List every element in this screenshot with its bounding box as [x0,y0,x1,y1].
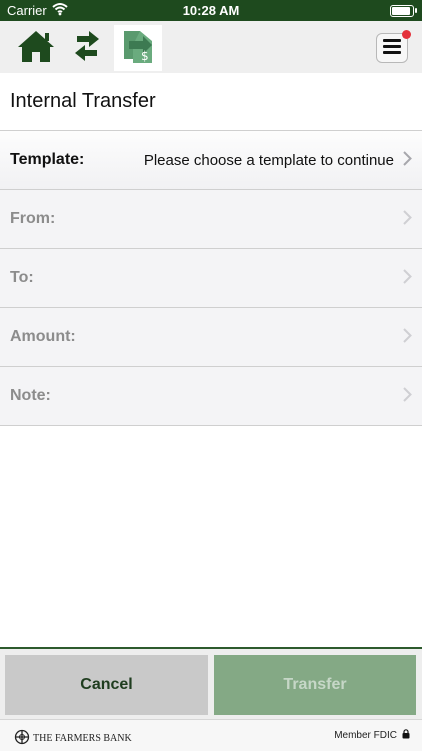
to-row[interactable]: To: [0,249,422,308]
clock: 10:28 AM [182,3,240,18]
footer: THE FARMERS BANK Member FDIC [0,719,422,751]
bank-emblem-icon [14,729,30,748]
svg-text:$: $ [141,49,149,63]
nav-internal-transfer[interactable]: $ [114,25,162,71]
from-label: From: [10,210,56,227]
template-label: Template: [10,151,85,168]
template-row[interactable]: Template: Please choose a template to co… [0,131,422,190]
to-label: To: [10,269,34,286]
bank-logo: THE FARMERS BANK [14,729,132,748]
lock-icon [402,729,410,742]
battery-icon [390,5,414,17]
amount-label: Amount: [10,328,76,345]
page-title: Internal Transfer [10,90,156,112]
cancel-button[interactable]: Cancel [5,655,208,715]
transfer-button[interactable]: Transfer [214,655,416,715]
chevron-right-icon [403,387,412,407]
battery-nub [415,8,417,13]
bank-name: THE FARMERS BANK [33,733,132,744]
top-nav: $ [0,21,422,73]
template-value: Please choose a template to continue [143,152,394,169]
chevron-right-icon [403,328,412,348]
action-bar: Cancel Transfer [0,647,422,721]
home-icon [17,29,55,68]
menu-button[interactable] [376,30,411,63]
note-row[interactable]: Note: [0,367,422,426]
status-bar: Carrier 10:28 AM [0,0,422,21]
notification-dot [402,30,411,39]
hamburger-menu-icon [383,38,401,59]
fdic-badge: Member FDIC [334,729,410,742]
chevron-right-icon [403,210,412,230]
amount-row[interactable]: Amount: [0,308,422,367]
note-label: Note: [10,387,51,404]
nav-home[interactable] [12,25,60,71]
transfer-arrows-icon [71,29,103,68]
from-row[interactable]: From: [0,190,422,249]
money-transfer-icon: $ [121,27,155,70]
chevron-right-icon [403,269,412,289]
nav-transfers[interactable] [63,25,111,71]
chevron-right-icon [403,151,412,171]
fdic-label: Member FDIC [334,730,397,741]
